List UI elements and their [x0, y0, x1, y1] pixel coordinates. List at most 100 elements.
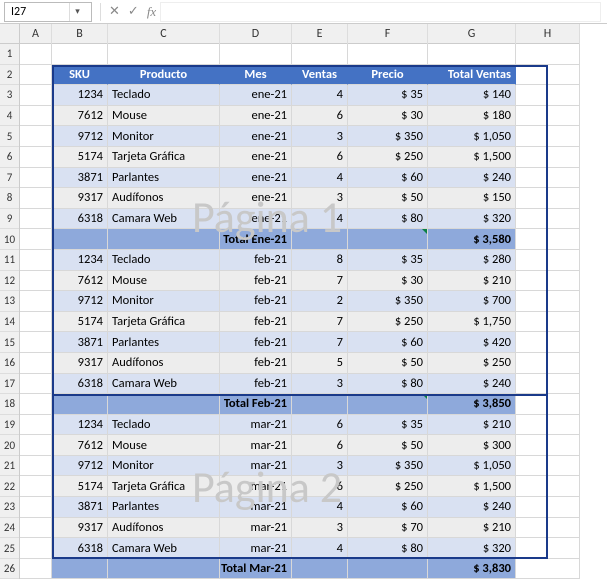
column-header[interactable]: G: [428, 24, 516, 44]
cell[interactable]: [516, 497, 580, 518]
cell[interactable]: [20, 353, 52, 374]
cell[interactable]: feb-21: [220, 312, 292, 333]
cell[interactable]: [348, 394, 428, 415]
cell[interactable]: Monitor: [108, 126, 220, 147]
cell[interactable]: ene-21: [220, 147, 292, 168]
cell[interactable]: 3871: [52, 332, 108, 353]
cell[interactable]: [516, 168, 580, 189]
cell[interactable]: [348, 229, 428, 250]
cell[interactable]: feb-21: [220, 250, 292, 271]
cell[interactable]: Tarjeta Gráfica: [108, 312, 220, 333]
cell[interactable]: 7: [292, 271, 348, 292]
cell[interactable]: Camara Web: [108, 374, 220, 395]
cell[interactable]: [20, 312, 52, 333]
column-header[interactable]: F: [348, 24, 428, 44]
cell[interactable]: ene-21: [220, 106, 292, 127]
row-header[interactable]: 14: [0, 312, 19, 333]
cell[interactable]: [220, 44, 292, 65]
cell[interactable]: Tarjeta Gráfica: [108, 476, 220, 497]
cell[interactable]: [20, 271, 52, 292]
cell[interactable]: $ 30: [348, 106, 428, 127]
cell[interactable]: $ 150: [428, 188, 516, 209]
cell[interactable]: [20, 209, 52, 230]
cell[interactable]: $ 280: [428, 250, 516, 271]
column-header[interactable]: B: [52, 24, 108, 44]
cell[interactable]: [20, 65, 52, 86]
cell[interactable]: Audífonos: [108, 518, 220, 539]
row-header[interactable]: 10: [0, 229, 19, 250]
cell[interactable]: feb-21: [220, 271, 292, 292]
select-all-corner[interactable]: [0, 24, 20, 44]
cell[interactable]: $ 35: [348, 250, 428, 271]
cell[interactable]: [516, 65, 580, 86]
cell[interactable]: [108, 44, 220, 65]
cell[interactable]: 4: [292, 497, 348, 518]
confirm-formula-button[interactable]: ✓: [124, 4, 143, 19]
column-header[interactable]: E: [292, 24, 348, 44]
cell[interactable]: Parlantes: [108, 332, 220, 353]
cell[interactable]: 9712: [52, 126, 108, 147]
cell[interactable]: $ 250: [348, 312, 428, 333]
row-header[interactable]: 18: [0, 394, 19, 415]
cell[interactable]: [52, 394, 108, 415]
cell[interactable]: $ 1,500: [428, 476, 516, 497]
cell[interactable]: [516, 374, 580, 395]
row-header[interactable]: 16: [0, 353, 19, 374]
cell[interactable]: Mouse: [108, 271, 220, 292]
cell[interactable]: SKU: [52, 65, 108, 86]
cell[interactable]: [516, 44, 580, 65]
cell[interactable]: $ 80: [348, 374, 428, 395]
cell[interactable]: $ 240: [428, 168, 516, 189]
cell[interactable]: ene-21: [220, 209, 292, 230]
cell[interactable]: 3871: [52, 497, 108, 518]
cell[interactable]: Mes: [220, 65, 292, 86]
name-box[interactable]: I27 ▾: [4, 2, 92, 22]
cell[interactable]: [20, 415, 52, 436]
cell[interactable]: Teclado: [108, 415, 220, 436]
cell[interactable]: Ventas: [292, 65, 348, 86]
cell[interactable]: [20, 85, 52, 106]
cell[interactable]: [292, 394, 348, 415]
cell[interactable]: $ 350: [348, 291, 428, 312]
cell[interactable]: $ 420: [428, 332, 516, 353]
cell[interactable]: [20, 518, 52, 539]
cell[interactable]: $ 240: [428, 374, 516, 395]
cell[interactable]: [516, 126, 580, 147]
cell[interactable]: Total Ene-21: [220, 229, 292, 250]
cell[interactable]: mar-21: [220, 456, 292, 477]
row-header[interactable]: 20: [0, 435, 19, 456]
cell[interactable]: [52, 559, 108, 580]
cell[interactable]: Monitor: [108, 291, 220, 312]
cell[interactable]: [348, 559, 428, 580]
cell[interactable]: $ 3,830: [428, 559, 516, 580]
cell[interactable]: Total Ventas: [428, 65, 516, 86]
cell[interactable]: [516, 353, 580, 374]
cell[interactable]: [516, 456, 580, 477]
cell[interactable]: 4: [292, 538, 348, 559]
cell[interactable]: 7612: [52, 435, 108, 456]
cell[interactable]: $ 30: [348, 271, 428, 292]
cell[interactable]: Mouse: [108, 435, 220, 456]
cell[interactable]: $ 350: [348, 126, 428, 147]
cell[interactable]: 7612: [52, 271, 108, 292]
cell[interactable]: [20, 250, 52, 271]
cell[interactable]: 3: [292, 518, 348, 539]
cell[interactable]: 6318: [52, 374, 108, 395]
cell[interactable]: $ 60: [348, 332, 428, 353]
cell[interactable]: [348, 44, 428, 65]
row-header[interactable]: 24: [0, 518, 19, 539]
cell[interactable]: [516, 476, 580, 497]
row-header[interactable]: 6: [0, 147, 19, 168]
cell[interactable]: [516, 394, 580, 415]
cell[interactable]: Producto: [108, 65, 220, 86]
cell[interactable]: $ 180: [428, 106, 516, 127]
cell[interactable]: 9712: [52, 291, 108, 312]
cell[interactable]: [292, 44, 348, 65]
cell[interactable]: $ 70: [348, 518, 428, 539]
cell[interactable]: [20, 44, 52, 65]
cell[interactable]: 9712: [52, 456, 108, 477]
row-header[interactable]: 7: [0, 168, 19, 189]
cell[interactable]: $ 35: [348, 415, 428, 436]
cell[interactable]: mar-21: [220, 538, 292, 559]
cell[interactable]: Precio: [348, 65, 428, 86]
